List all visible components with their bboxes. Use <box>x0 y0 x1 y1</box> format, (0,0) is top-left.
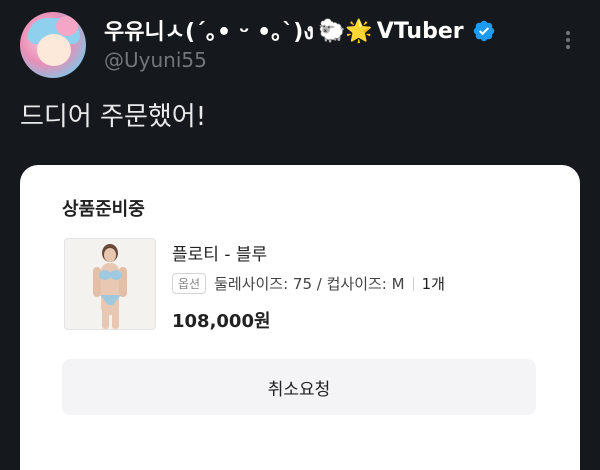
display-name-suffix[interactable]: VTuber <box>377 19 464 44</box>
display-name[interactable]: 우유니ㅅ(´｡• ᵕ •｡`)ง <box>104 14 314 49</box>
avatar-face <box>37 34 71 66</box>
order-card: 상품준비중 플로티 - 블루 옵션 둘레사이즈: 75 / 컵사이즈: M 1개… <box>20 165 580 470</box>
verified-badge-icon[interactable] <box>472 19 496 43</box>
tweet-text: 드디어 주문했어! <box>20 102 207 132</box>
product-quantity: 1개 <box>421 275 445 293</box>
order-status: 상품준비중 <box>62 199 145 220</box>
cancel-request-button[interactable]: 취소요청 <box>62 359 536 415</box>
display-name-row[interactable]: 우유니ㅅ(´｡• ᵕ •｡`)ง 🐑🌟 VTuber <box>104 16 496 46</box>
more-options-icon[interactable] <box>560 28 576 50</box>
product-image[interactable] <box>64 238 156 330</box>
option-badge: 옵션 <box>172 273 207 294</box>
user-handle[interactable]: @Uyuni55 <box>104 48 207 72</box>
product-name[interactable]: 플로티 - 블루 <box>172 240 267 265</box>
option-text: 둘레사이즈: 75 / 컵사이즈: M <box>214 275 405 293</box>
option-divider <box>412 276 414 291</box>
avatar[interactable] <box>20 12 86 78</box>
product-price: 108,000원 <box>172 311 271 332</box>
avatar-hair-accent <box>56 16 78 36</box>
display-name-emoji: 🐑🌟 <box>318 18 373 44</box>
product-options: 옵션 둘레사이즈: 75 / 컵사이즈: M 1개 <box>172 273 445 294</box>
